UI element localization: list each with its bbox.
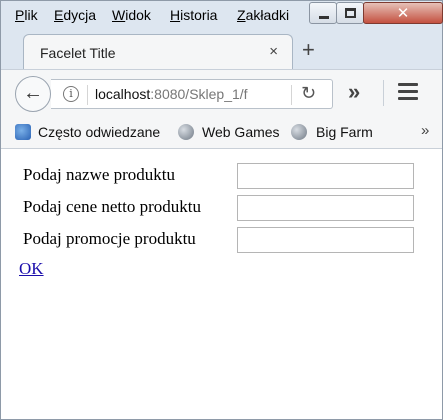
url-divider	[87, 85, 88, 105]
menu-bar: Plik Edycja Widok Historia Zakładki ✕	[1, 1, 443, 31]
close-icon: ✕	[396, 5, 410, 22]
field-label: Podaj cene netto produktu	[23, 197, 201, 216]
toolbar-divider	[383, 80, 384, 106]
minimize-icon	[319, 16, 329, 19]
overflow-chevron-icon[interactable]: »	[348, 79, 360, 105]
net-price-input[interactable]	[237, 195, 414, 221]
window-controls: ✕	[309, 2, 443, 24]
maximize-icon	[345, 8, 356, 18]
bookmarks-bar: Często odwiedzane Web Games Big Farm »	[1, 115, 442, 149]
reload-icon[interactable]: ↻	[301, 83, 316, 104]
url-text[interactable]: localhost:8080/Sklep_1/f	[95, 86, 248, 102]
close-window-button[interactable]: ✕	[363, 2, 443, 24]
menu-zakladki[interactable]: Zakładki	[237, 7, 289, 23]
maximize-button[interactable]	[336, 2, 364, 24]
info-icon[interactable]: i	[63, 86, 79, 102]
new-tab-icon[interactable]: +	[302, 37, 315, 63]
product-name-input[interactable]	[237, 163, 414, 189]
frequent-icon	[15, 124, 31, 140]
tab-title: Facelet Title	[40, 45, 116, 61]
field-label: Podaj nazwe produktu	[23, 165, 176, 184]
minimize-button[interactable]	[309, 2, 337, 24]
globe-icon	[178, 124, 194, 140]
hamburger-menu-icon[interactable]	[398, 83, 418, 101]
navigation-bar: ← i localhost:8080/Sklep_1/f ↻ »	[1, 69, 442, 115]
menu-historia[interactable]: Historia	[170, 7, 217, 23]
menu-edycja[interactable]: Edycja	[54, 7, 96, 23]
browser-window: Plik Edycja Widok Historia Zakładki ✕ Fa…	[0, 0, 443, 420]
url-divider	[291, 85, 292, 105]
tab-facelet-title[interactable]: Facelet Title ×	[23, 34, 293, 69]
bookmark-web-games[interactable]: Web Games	[202, 124, 280, 140]
bookmark-czesto-odwiedzane[interactable]: Często odwiedzane	[38, 124, 160, 140]
menu-widok[interactable]: Widok	[112, 7, 151, 23]
globe-icon	[291, 124, 307, 140]
promotion-input[interactable]	[237, 227, 414, 253]
ok-submit-link[interactable]: OK	[19, 259, 44, 279]
back-button[interactable]: ←	[15, 76, 51, 112]
tab-close-icon[interactable]: ×	[269, 43, 278, 60]
url-bar[interactable]: i localhost:8080/Sklep_1/f ↻	[51, 79, 333, 109]
page-content: Podaj nazwe produktu Podaj cene netto pr…	[1, 149, 442, 419]
back-arrow-icon: ←	[23, 82, 43, 104]
menu-plik[interactable]: Plik	[15, 7, 38, 23]
bookmark-big-farm[interactable]: Big Farm	[316, 124, 373, 140]
bookmarks-more-icon[interactable]: »	[421, 122, 429, 139]
tab-strip: Facelet Title × +	[1, 31, 442, 69]
field-label: Podaj promocje produktu	[23, 229, 196, 248]
